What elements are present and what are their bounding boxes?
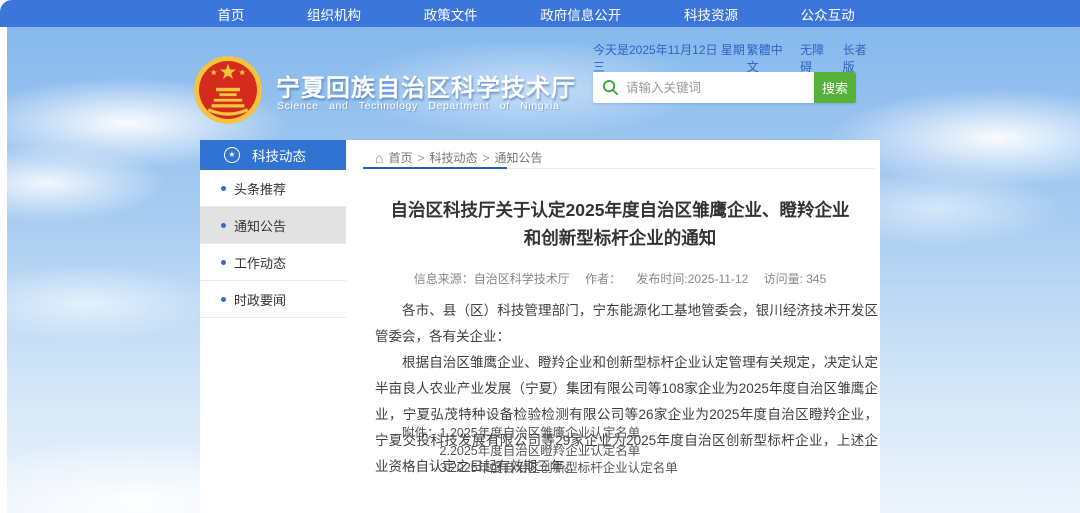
article-title-line1: 自治区科技厅关于认定2025年度自治区雏鹰企业、瞪羚企业 [360, 196, 880, 224]
sidebar-header: ★ 科技动态 [200, 140, 346, 170]
sidebar-item-label: 头条推荐 [234, 179, 286, 198]
article-paragraph: 各市、县（区）科技管理部门，宁东能源化工基地管委会，银川经济技术开发区管委会，各… [375, 298, 878, 350]
search-box: 搜索 [593, 72, 856, 103]
link-accessibility[interactable]: 无障碍 [800, 41, 833, 75]
sidebar-item-label: 工作动态 [234, 253, 286, 272]
breadcrumb-active-underline [363, 167, 507, 169]
attachment-link-benchmark-list[interactable]: 3.2025年度自治区创新型标杆企业认定名单 [440, 460, 678, 478]
home-icon: ⌂ [375, 151, 383, 165]
nav-item-organization[interactable]: 组织机构 [307, 4, 361, 24]
site-title: 宁夏回族自治区科学技术厅 [276, 68, 596, 103]
breadcrumb-separator: > [417, 151, 424, 165]
search-button[interactable]: 搜索 [814, 72, 856, 103]
sidebar-item-headlines[interactable]: 头条推荐 [200, 170, 346, 207]
sidebar-item-notices[interactable]: 通知公告 [200, 207, 346, 244]
meta-source: 信息来源：自治区科学技术厅 [414, 272, 570, 286]
attachment-link-eagle-list[interactable]: 1.2025年度自治区雏鹰企业认定名单 [440, 425, 678, 443]
breadcrumb-notices[interactable]: 通知公告 [495, 149, 543, 166]
link-traditional-chinese[interactable]: 繁體中文 [747, 41, 792, 75]
bullet-icon [221, 260, 226, 265]
header-utility-bar: 今天是2025年11月12日 星期三 繁體中文 无障碍 长者版 [593, 50, 876, 66]
national-emblem-logo [193, 55, 263, 125]
sidebar-title: 科技动态 [252, 145, 306, 165]
attachments: 附件： 1.2025年度自治区雏鹰企业认定名单 2.2025年度自治区瞪羚企业认… [402, 425, 678, 478]
search-icon [602, 79, 619, 96]
bullet-icon [221, 297, 226, 302]
top-navigation: 首页 组织机构 政策文件 政府信息公开 科技资源 公众互动 [0, 0, 1080, 27]
sidebar-item-label: 时政要闻 [234, 290, 286, 309]
breadcrumb-separator: > [483, 151, 490, 165]
meta-publish-time: 发布时间:2025-11-12 [636, 272, 748, 286]
nav-item-policy[interactable]: 政策文件 [424, 4, 478, 24]
top-navigation-items: 首页 组织机构 政策文件 政府信息公开 科技资源 公众互动 [186, 0, 886, 27]
meta-author: 作者： [585, 272, 621, 286]
article-meta: 信息来源：自治区科学技术厅 作者： 发布时间:2025-11-12 访问量: 3… [360, 270, 880, 287]
star-circle-icon: ★ [224, 147, 240, 163]
page: 首页 组织机构 政策文件 政府信息公开 科技资源 公众互动 宁夏回族自治区科学技… [0, 0, 1080, 513]
current-date-text: 今天是2025年11月12日 星期三 [593, 41, 747, 75]
link-senior-version[interactable]: 长者版 [843, 41, 876, 75]
bullet-icon [221, 186, 226, 191]
nav-item-interaction[interactable]: 公众互动 [801, 4, 855, 24]
quick-links: 繁體中文 无障碍 长者版 [747, 41, 876, 75]
nav-item-resources[interactable]: 科技资源 [684, 4, 738, 24]
sidebar-item-label: 通知公告 [234, 216, 286, 235]
search-input[interactable] [626, 81, 814, 95]
bullet-icon [221, 223, 226, 228]
attachment-link-gazelle-list[interactable]: 2.2025年度自治区瞪羚企业认定名单 [440, 443, 678, 461]
breadcrumb: ⌂ 首页 > 科技动态 > 通知公告 [375, 149, 543, 166]
sidebar-item-political-news[interactable]: 时政要闻 [200, 281, 346, 318]
content-panel: ★ 科技动态 头条推荐 通知公告 工作动态 时政要闻 ⌂ [200, 140, 880, 513]
article-title-line2: 和创新型标杆企业的通知 [360, 224, 880, 252]
search-field [593, 72, 814, 103]
breadcrumb-tech-trends[interactable]: 科技动态 [430, 149, 478, 166]
nav-item-gov-info[interactable]: 政府信息公开 [540, 4, 621, 24]
attachment-list: 1.2025年度自治区雏鹰企业认定名单 2.2025年度自治区瞪羚企业认定名单 … [440, 425, 678, 478]
sidebar: ★ 科技动态 头条推荐 通知公告 工作动态 时政要闻 [200, 140, 346, 318]
meta-visit-count: 访问量: 345 [764, 272, 827, 286]
breadcrumb-home[interactable]: 首页 [388, 149, 412, 166]
site-subtitle: Science and Technology Department of Nin… [277, 100, 597, 112]
attachments-label: 附件： [402, 425, 440, 443]
nav-item-home[interactable]: 首页 [217, 4, 244, 24]
sidebar-item-work-trends[interactable]: 工作动态 [200, 244, 346, 281]
article-title: 自治区科技厅关于认定2025年度自治区雏鹰企业、瞪羚企业 和创新型标杆企业的通知 [360, 196, 880, 252]
